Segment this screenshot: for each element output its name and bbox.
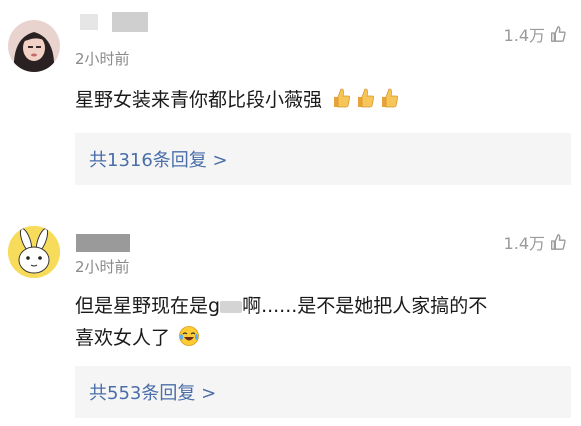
comment-time: 2小时前 bbox=[75, 258, 130, 276]
comment-text-part: 但是星野现在是g bbox=[75, 295, 221, 317]
username-redacted[interactable] bbox=[80, 14, 98, 30]
like-count-label: 1.4万 bbox=[503, 26, 545, 45]
like-count-label: 1.4万 bbox=[503, 234, 545, 253]
laugh-cry-emoji bbox=[179, 326, 199, 346]
censored-text bbox=[220, 300, 243, 313]
like-count[interactable]: 1.4万 bbox=[504, 230, 567, 254]
comment-text-part: 啊......是不是她把人家搞的不 bbox=[242, 295, 488, 317]
comment-content: 星野女装来青你都比段小薇强 bbox=[75, 84, 400, 116]
view-replies-button[interactable]: 共1316条回复 > bbox=[75, 133, 571, 185]
comment-content: 但是星野现在是g 啊......是不是她把人家搞的不 喜欢女人了 bbox=[75, 290, 565, 354]
thumbs-up-icon bbox=[551, 26, 566, 42]
thumbs-up-emoji bbox=[334, 88, 351, 108]
comment-1: 2小时前 1.4万 星野女装来青你都比段小薇强 共1316条回复 > bbox=[0, 0, 581, 200]
view-replies-button[interactable]: 共553条回复 > bbox=[75, 366, 571, 418]
user-avatar[interactable] bbox=[8, 20, 60, 72]
thumbs-up-emoji bbox=[382, 88, 399, 108]
thumbs-up-emoji bbox=[358, 88, 375, 108]
username-redacted[interactable] bbox=[76, 234, 130, 252]
thumbs-up-icon bbox=[551, 234, 566, 250]
comment-line-2: 喜欢女人了 bbox=[75, 322, 565, 354]
comment-text: 星野女装来青你都比段小薇强 bbox=[75, 89, 323, 111]
username-redacted[interactable] bbox=[112, 12, 148, 32]
comment-line-1: 但是星野现在是g 啊......是不是她把人家搞的不 bbox=[75, 290, 565, 322]
user-avatar[interactable] bbox=[8, 226, 60, 278]
like-count[interactable]: 1.4万 bbox=[504, 22, 567, 46]
comment-time: 2小时前 bbox=[75, 50, 130, 68]
comment-2: 2小时前 1.4万 但是星野现在是g 啊......是不是她把人家搞的不 喜欢女人… bbox=[0, 210, 581, 426]
comment-text-part: 喜欢女人了 bbox=[75, 327, 171, 349]
